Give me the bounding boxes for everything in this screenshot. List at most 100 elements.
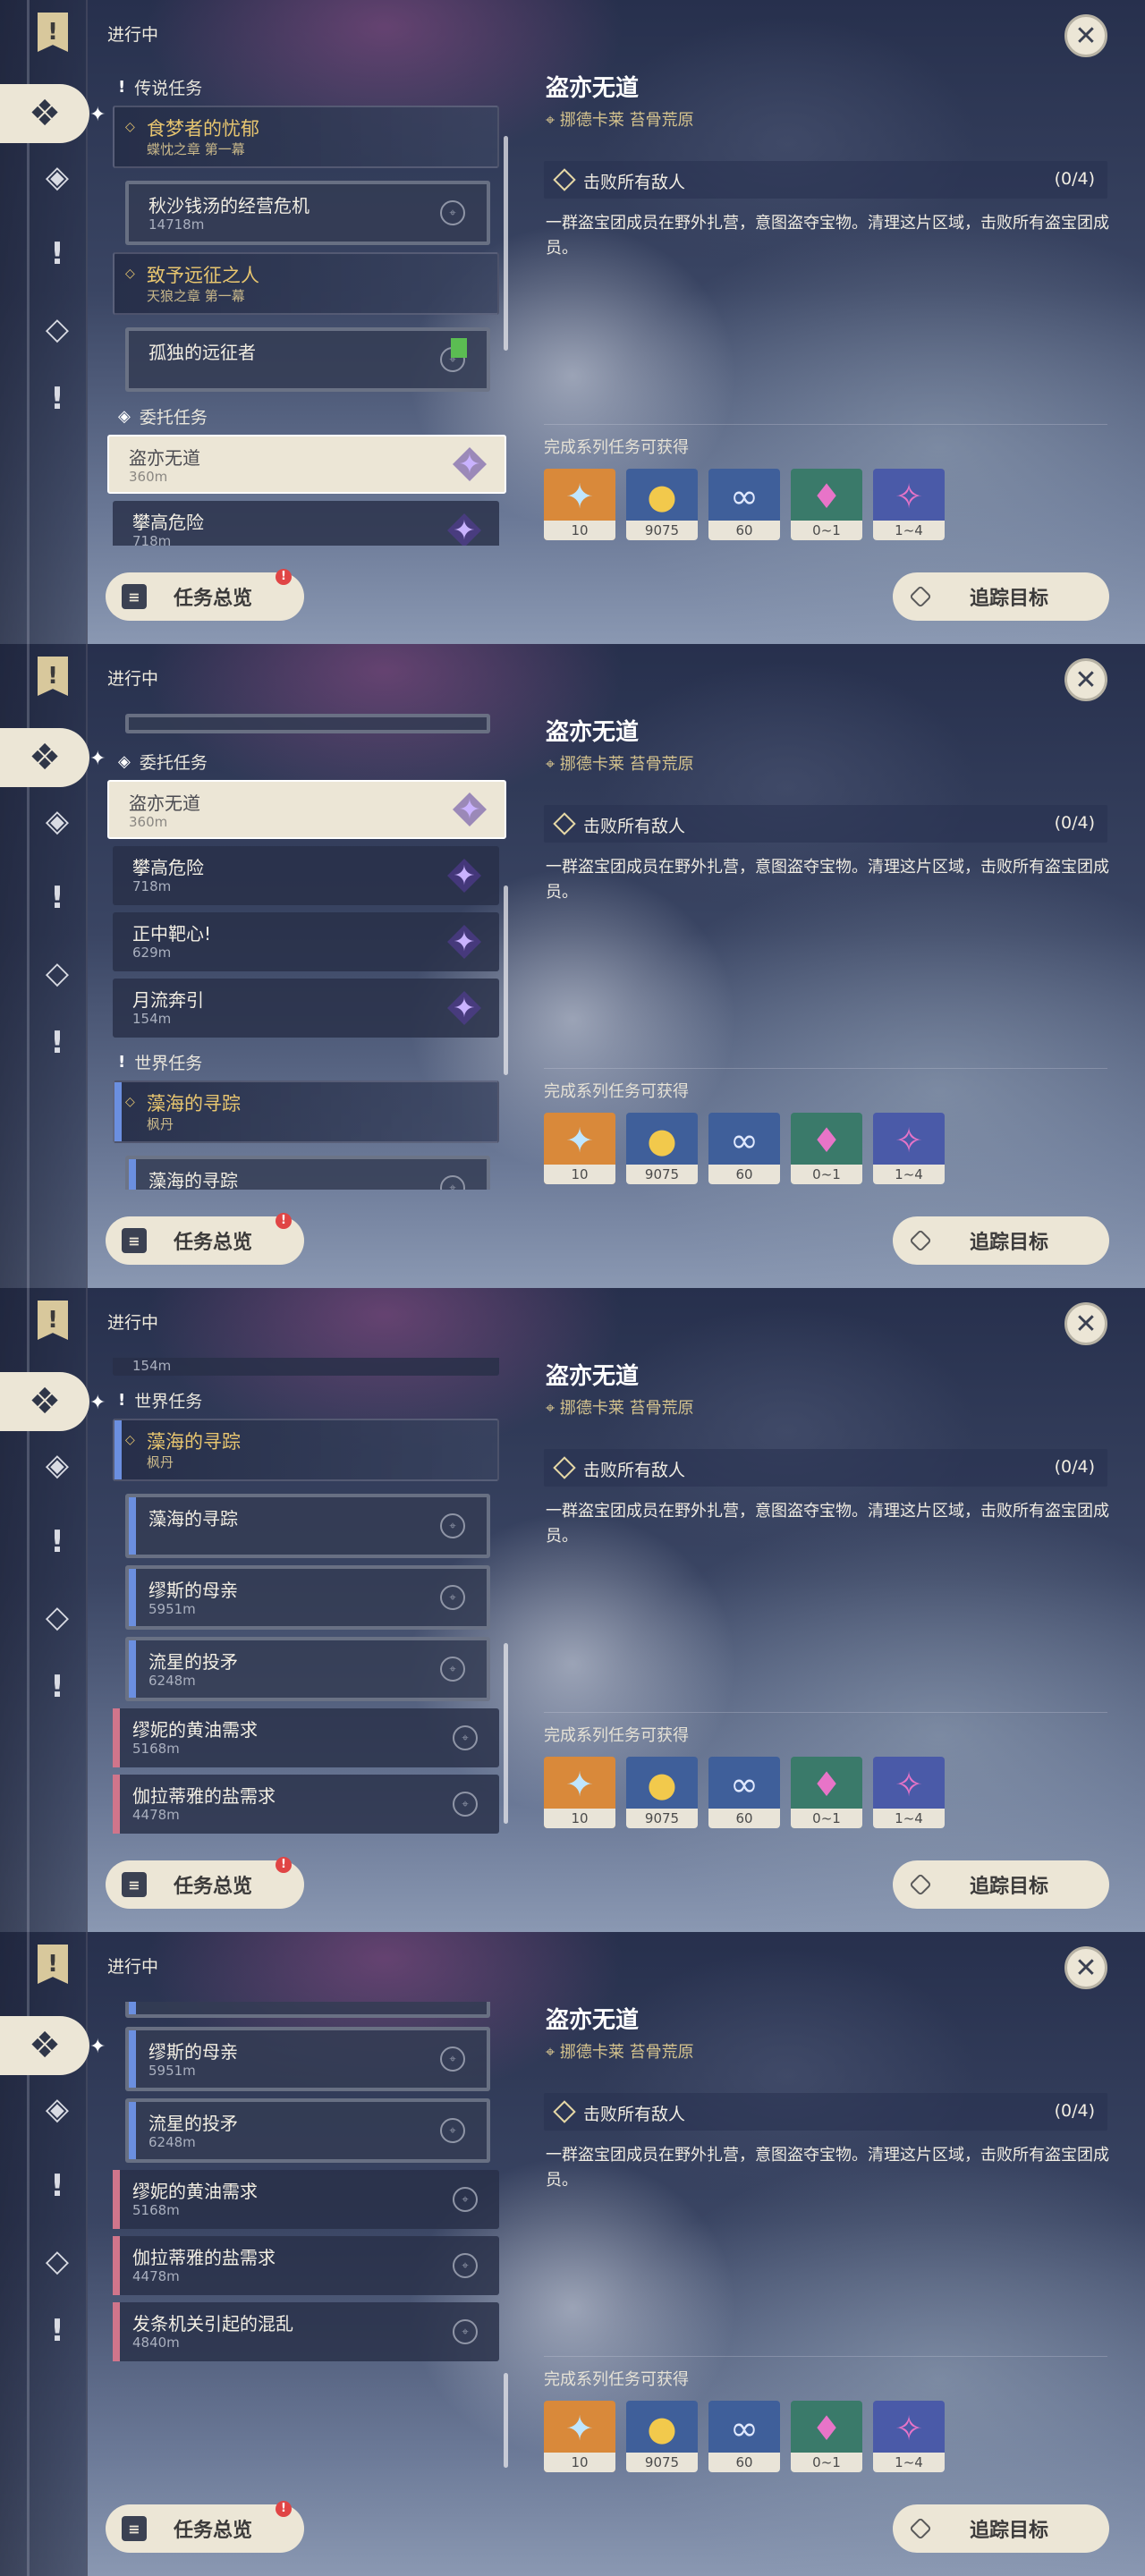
quest-chain-header[interactable]: ◇ 藻海的寻踪 枫丹 [113, 1419, 499, 1481]
quest-step-item[interactable]: 藻海的寻踪 ⌖ [125, 1156, 490, 1190]
location-pin-icon[interactable]: ⌖ [440, 1175, 465, 1190]
close-button[interactable]: ✕ [1064, 1302, 1107, 1345]
nav-event-quest[interactable]: ! [34, 376, 81, 422]
nav-archon-quest[interactable]: ◈ [34, 154, 81, 200]
nav-story-quest[interactable]: ! [34, 1519, 81, 1565]
nav-commission-active[interactable]: ❖ [0, 2016, 89, 2075]
nav-world-quest[interactable]: ◇ [34, 1594, 81, 1640]
bookmark-icon[interactable]: ! [38, 657, 68, 696]
nav-commission-active[interactable]: ❖ [0, 1372, 89, 1431]
location-pin-icon[interactable]: ⌖ [453, 2187, 478, 2212]
nav-event-quest[interactable]: ! [34, 1664, 81, 1710]
close-button[interactable]: ✕ [1064, 14, 1107, 57]
quest-step-item[interactable]: 孤独的远征者 ⌖ [125, 327, 490, 392]
quest-chain-header[interactable]: ◇ 食梦者的忧郁 蝶忱之章 第一幕 [113, 106, 499, 168]
quest-list-item[interactable]: 发条机关引起的混乱 4840m ⌖ [113, 2302, 499, 2361]
quest-chain-header[interactable]: ◇ 藻海的寻踪 枫丹 [113, 1080, 499, 1143]
nav-world-quest[interactable]: ◇ [34, 306, 81, 352]
quest-list-item[interactable]: 伽拉蒂雅的盐需求 4478m ⌖ [113, 1775, 499, 1834]
bookmark-icon[interactable]: ! [38, 13, 68, 52]
nav-commission-active[interactable]: ❖ [0, 728, 89, 787]
reward-item[interactable]: ● 9075 [626, 469, 698, 540]
reward-item[interactable]: ✧ 1~4 [873, 1757, 945, 1828]
location-pin-icon[interactable]: ⌖ [440, 2118, 465, 2143]
quest-step-item[interactable]: 藻海的寻踪 ⌖ [125, 1494, 490, 1558]
quest-list-item[interactable]: 缪妮的黄油需求 5168m ⌖ [113, 2170, 499, 2229]
quest-list-item[interactable]: 攀高危险 718m ✦ [113, 846, 499, 905]
location-pin-icon[interactable]: ⌖ [453, 2319, 478, 2344]
list-item-partial[interactable]: 154m [113, 1358, 499, 1376]
nav-world-quest[interactable]: ◇ [34, 950, 81, 996]
reward-item[interactable]: ♦ 0~1 [791, 469, 862, 540]
reward-item[interactable]: ✧ 1~4 [873, 1113, 945, 1184]
quest-overview-button[interactable]: ≡ 任务总览 [106, 572, 304, 621]
bookmark-icon[interactable]: ! [38, 1945, 68, 1984]
quest-step-item[interactable]: 缪斯的母亲 5951m ⌖ [125, 2027, 490, 2091]
quest-overview-button[interactable]: ≡ 任务总览 [106, 1216, 304, 1265]
location-pin-icon[interactable]: ⌖ [453, 1792, 478, 1817]
quest-step-item[interactable]: 流星的投矛 6248m ⌖ [125, 2098, 490, 2163]
reward-item[interactable]: ✧ 1~4 [873, 2401, 945, 2472]
close-button[interactable]: ✕ [1064, 658, 1107, 701]
reward-item[interactable]: ✧ 1~4 [873, 469, 945, 540]
quest-list-item[interactable]: 攀高危险 718m ✦ [113, 501, 499, 546]
location-pin-icon[interactable]: ⌖ [440, 1657, 465, 1682]
reward-item[interactable]: ∞ 60 [708, 1113, 780, 1184]
reward-item[interactable]: ● 9075 [626, 2401, 698, 2472]
quest-list-scrollbar[interactable] [504, 2372, 508, 2469]
nav-story-quest[interactable]: ! [34, 231, 81, 277]
quest-step-item[interactable]: 流星的投矛 6248m ⌖ [125, 1637, 490, 1701]
quest-list-scrollbar[interactable] [504, 885, 508, 1076]
bookmark-icon[interactable]: ! [38, 1301, 68, 1340]
nav-commission-active[interactable]: ❖ [0, 84, 89, 143]
reward-item[interactable]: ✦ 10 [544, 1757, 615, 1828]
quest-list-item-selected[interactable]: 盗亦无道 360m ✦ [107, 435, 506, 494]
location-pin-icon[interactable]: ⌖ [440, 1513, 465, 1538]
quest-list[interactable]: 154m! 世界任务 ◇ 藻海的寻踪 枫丹 藻海的寻踪 ⌖ 缪斯的母亲 5951m ⌖ 流星的投矛 6… [100, 1358, 512, 1834]
reward-item[interactable]: ✦ 10 [544, 469, 615, 540]
quest-list-item[interactable]: 缪妮的黄油需求 5168m ⌖ [113, 1708, 499, 1767]
quest-overview-button[interactable]: ≡ 任务总览 [106, 1860, 304, 1909]
reward-item[interactable]: ♦ 0~1 [791, 1113, 862, 1184]
quest-list-item[interactable]: 正中靶心! 629m ✦ [113, 912, 499, 971]
quest-step-item[interactable]: 秋沙钱汤的经营危机 14718m ⌖ [125, 181, 490, 245]
quest-list-item-selected[interactable]: 盗亦无道 360m ✦ [107, 780, 506, 839]
location-pin-icon[interactable]: ⌖ [440, 2046, 465, 2072]
nav-event-quest[interactable]: ! [34, 1020, 81, 1066]
quest-list-item[interactable]: 月流奔引 154m ✦ [113, 979, 499, 1038]
quest-step-item[interactable]: 缪斯的母亲 5951m ⌖ [125, 1565, 490, 1630]
list-item-partial[interactable] [125, 2002, 490, 2018]
quest-overview-button[interactable]: ≡ 任务总览 [106, 2504, 304, 2553]
reward-item[interactable]: ∞ 60 [708, 1757, 780, 1828]
reward-item[interactable]: ● 9075 [626, 1757, 698, 1828]
nav-event-quest[interactable]: ! [34, 2308, 81, 2354]
reward-item[interactable]: ∞ 60 [708, 2401, 780, 2472]
location-pin-icon[interactable]: ⌖ [440, 200, 465, 225]
location-pin-icon[interactable]: ⌖ [453, 2253, 478, 2278]
quest-chain-header[interactable]: ◇ 致予远征之人 天狼之章 第一幕 [113, 252, 499, 315]
quest-list-item[interactable]: 伽拉蒂雅的盐需求 4478m ⌖ [113, 2236, 499, 2295]
reward-item[interactable]: ∞ 60 [708, 469, 780, 540]
nav-archon-quest[interactable]: ◈ [34, 798, 81, 844]
reward-item[interactable]: ✦ 10 [544, 1113, 615, 1184]
nav-archon-quest[interactable]: ◈ [34, 1442, 81, 1488]
location-pin-icon[interactable]: ⌖ [453, 1725, 478, 1750]
quest-list[interactable]: ◈ 委托任务 盗亦无道 360m ✦ 攀高危险 718m ✦ 正中靶心! 629m ✦ 月流奔引 154… [100, 714, 512, 1190]
track-target-button[interactable]: 追踪目标 [893, 1216, 1109, 1265]
location-pin-icon[interactable]: ⌖ [440, 1585, 465, 1610]
reward-item[interactable]: ♦ 0~1 [791, 1757, 862, 1828]
nav-archon-quest[interactable]: ◈ [34, 2086, 81, 2132]
reward-item[interactable]: ● 9075 [626, 1113, 698, 1184]
quest-list[interactable]: ! 传说任务 ◇ 食梦者的忧郁 蝶忱之章 第一幕 秋沙钱汤的经营危机 14718m ⌖ ◇ 致予远… [100, 70, 512, 546]
track-target-button[interactable]: 追踪目标 [893, 1860, 1109, 1909]
nav-story-quest[interactable]: ! [34, 875, 81, 921]
reward-item[interactable]: ✦ 10 [544, 2401, 615, 2472]
quest-list[interactable]: 缪斯的母亲 5951m ⌖ 流星的投矛 6248m ⌖ 缪妮的黄油需求 5168m ⌖ 伽拉蒂雅的… [100, 2002, 512, 2478]
nav-story-quest[interactable]: ! [34, 2163, 81, 2209]
nav-world-quest[interactable]: ◇ [34, 2238, 81, 2284]
track-target-button[interactable]: 追踪目标 [893, 572, 1109, 621]
quest-list-scrollbar[interactable] [504, 136, 508, 351]
track-target-button[interactable]: 追踪目标 [893, 2504, 1109, 2553]
reward-item[interactable]: ♦ 0~1 [791, 2401, 862, 2472]
close-button[interactable]: ✕ [1064, 1946, 1107, 1989]
